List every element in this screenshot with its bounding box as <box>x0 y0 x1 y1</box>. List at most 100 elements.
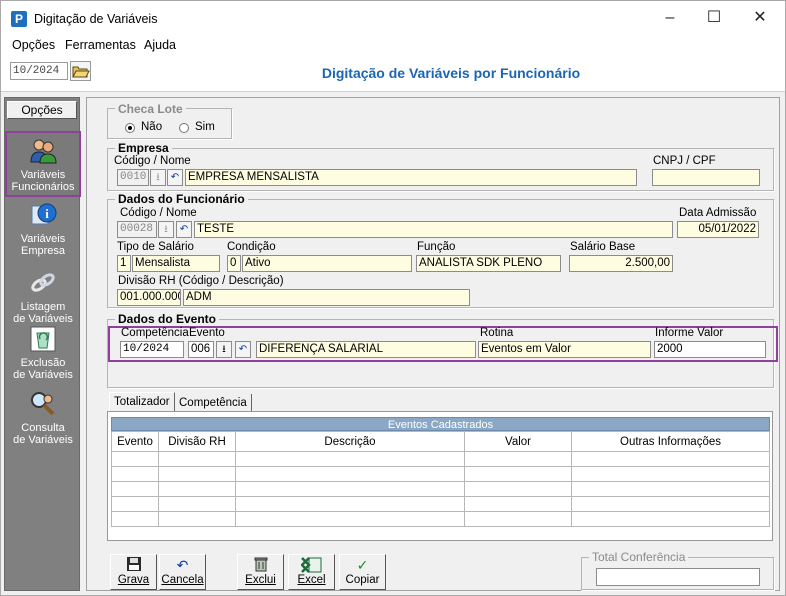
empresa-undo-button[interactable]: ↶ <box>167 169 183 186</box>
func-nome-field[interactable]: TESTE <box>194 221 673 238</box>
table-row[interactable] <box>111 451 770 467</box>
condicao-code[interactable]: 0 <box>227 255 241 272</box>
exclui-label: Exclui <box>245 574 276 586</box>
evento-label: Evento <box>189 327 225 339</box>
recycle-icon <box>30 326 56 352</box>
table-row[interactable] <box>111 496 770 512</box>
main-panel: Checa Lote Não Sim Empresa Código / Nome… <box>86 97 780 591</box>
menu-ajuda[interactable]: Ajuda <box>144 38 176 52</box>
col-divisao[interactable]: Divisão RH <box>158 431 236 452</box>
people-icon <box>30 139 57 164</box>
evento-lookup-button[interactable]: ⭳ <box>216 341 232 358</box>
salario-base-label: Salário Base <box>570 241 636 253</box>
divisao-label: Divisão RH (Código / Descrição) <box>118 275 284 287</box>
col-evento[interactable]: Evento <box>111 431 159 452</box>
cnpj-field[interactable] <box>652 169 760 186</box>
window-title: Digitação de Variáveis <box>34 12 158 26</box>
sidebar-item-listagem[interactable]: Listagem de Variáveis <box>7 268 79 325</box>
tab-competencia[interactable]: Competência <box>175 394 252 411</box>
sidebar: Opções Variáveis Funcionários i Variávei… <box>4 97 81 591</box>
table-row[interactable] <box>111 481 770 497</box>
sidebar-item-consulta[interactable]: Consulta de Variáveis <box>7 389 79 446</box>
menu-ferramentas[interactable]: Ferramentas <box>65 38 136 52</box>
tipo-salario-field[interactable]: Mensalista <box>132 255 220 272</box>
divisao-code[interactable]: 001.000.000 <box>117 289 181 306</box>
svg-text:i: i <box>45 206 49 221</box>
menu-opcoes[interactable]: Opções <box>12 38 55 52</box>
sidebar-item-variaveis-empresa[interactable]: i Variáveis Empresa <box>7 200 79 257</box>
menu-bar: Opções Ferramentas Ajuda <box>1 35 785 56</box>
func-undo-button[interactable]: ↶ <box>176 221 192 238</box>
informe-valor-label: Informe Valor <box>655 327 724 339</box>
title-bar: P Digitação de Variáveis – ☐ ✕ <box>1 1 785 35</box>
funcionario-legend: Dados do Funcionário <box>115 192 248 206</box>
evento-undo-button[interactable]: ↶ <box>235 341 251 358</box>
sidebar-item-variaveis-funcionarios[interactable]: Variáveis Funcionários <box>5 131 81 197</box>
sidebar-item-label: de Variáveis <box>13 434 73 446</box>
tab-totalizador[interactable]: Totalizador <box>109 392 175 412</box>
admissao-label: Data Admissão <box>679 207 757 219</box>
table-row[interactable] <box>111 511 770 527</box>
divisao-field[interactable]: ADM <box>183 289 470 306</box>
total-conferencia-field[interactable] <box>596 568 760 586</box>
open-folder-button[interactable] <box>70 61 91 81</box>
close-button[interactable]: ✕ <box>737 1 783 35</box>
empresa-legend: Empresa <box>115 141 172 155</box>
rotina-field[interactable]: Eventos em Valor <box>478 341 651 358</box>
sidebar-item-label: Variáveis <box>20 233 66 245</box>
salario-base-field[interactable]: 2.500,00 <box>569 255 673 272</box>
sidebar-item-exclusao[interactable]: Exclusão de Variáveis <box>7 324 79 381</box>
radio-sim[interactable] <box>179 123 189 133</box>
admissao-field[interactable]: 05/01/2022 <box>677 221 759 238</box>
trash-icon <box>238 556 283 574</box>
undo-icon: ↶ <box>176 557 189 573</box>
empresa-nome-field[interactable]: EMPRESA MENSALISTA <box>185 169 637 186</box>
table-header-row: Evento Divisão RH Descrição Valor Outras… <box>111 431 770 452</box>
informe-valor-field[interactable]: 2000 <box>654 341 766 358</box>
chain-icon <box>31 273 55 292</box>
maximize-button[interactable]: ☐ <box>691 1 737 35</box>
grid-caption: Eventos Cadastrados <box>111 417 770 431</box>
excel-icon <box>289 556 334 574</box>
sidebar-item-label: de Variáveis <box>13 369 73 381</box>
period-field[interactable]: 10/2024 <box>10 62 68 80</box>
cnpj-label: CNPJ / CPF <box>653 155 716 167</box>
competencia-field[interactable]: 10/2024 <box>120 341 184 358</box>
rotina-label: Rotina <box>480 327 514 339</box>
cancela-label: Cancela <box>161 574 204 586</box>
col-valor[interactable]: Valor <box>464 431 572 452</box>
evento-codigo-field[interactable]: 006 <box>188 341 214 358</box>
page-title: Digitação de Variáveis por Funcionário <box>321 65 581 81</box>
func-codigo-field[interactable]: 00028 <box>117 221 157 238</box>
copiar-label: Copiar <box>345 574 380 586</box>
magnifier-icon <box>31 392 55 416</box>
sidebar-item-label: Exclusão <box>20 357 66 369</box>
condicao-field[interactable]: Ativo <box>242 255 412 272</box>
table-row[interactable] <box>111 466 770 482</box>
col-descricao[interactable]: Descrição <box>235 431 465 452</box>
grava-label: Grava <box>117 574 150 586</box>
func-lookup-button[interactable]: ⭳ <box>158 221 174 238</box>
sidebar-item-label: Funcionários <box>11 181 75 193</box>
excel-button[interactable]: Excel <box>288 554 335 590</box>
radio-nao[interactable] <box>125 123 135 133</box>
header-bar: 10/2024 Digitação de Variáveis por Funci… <box>1 56 785 92</box>
sidebar-item-label: Listagem <box>20 301 66 313</box>
tipo-salario-label: Tipo de Salário <box>117 241 194 253</box>
minimize-button[interactable]: – <box>647 1 693 35</box>
checa-lote-legend: Checa Lote <box>115 102 186 116</box>
radio-sim-label: Sim <box>195 121 215 133</box>
grava-button[interactable]: Grava <box>110 554 157 590</box>
func-codigo-label: Código / Nome <box>120 207 197 219</box>
cancela-button[interactable]: ↶ Cancela <box>159 554 206 590</box>
events-table: Evento Divisão RH Descrição Valor Outras… <box>111 431 770 527</box>
empresa-codigo-field[interactable]: 0010 <box>117 169 149 186</box>
evento-legend: Dados do Evento <box>115 312 220 326</box>
tipo-salario-code[interactable]: 1 <box>117 255 131 272</box>
col-outras[interactable]: Outras Informações <box>571 431 770 452</box>
copiar-button[interactable]: ✓ Copiar <box>339 554 386 590</box>
funcao-field[interactable]: ANALISTA SDK PLENO <box>416 255 561 272</box>
exclui-button[interactable]: Exclui <box>237 554 284 590</box>
evento-descricao-field[interactable]: DIFERENÇA SALARIAL <box>256 341 476 358</box>
empresa-lookup-button[interactable]: ⭳ <box>150 169 166 186</box>
